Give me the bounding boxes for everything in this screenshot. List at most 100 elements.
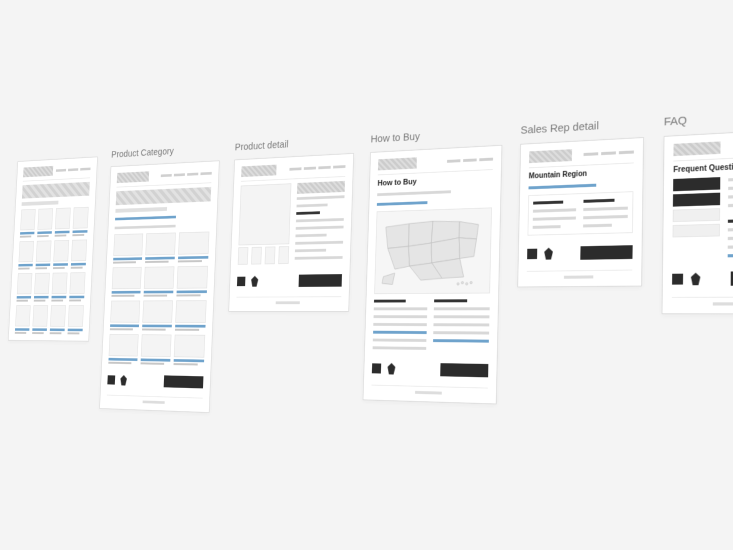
product-card[interactable] — [176, 266, 208, 297]
wireframe-label: Product detail — [234, 135, 354, 153]
thumbnail[interactable] — [238, 247, 249, 265]
catalog-icon — [237, 277, 245, 286]
site-header — [378, 153, 493, 175]
grid-card[interactable] — [51, 273, 67, 302]
catalog-icon — [672, 274, 683, 285]
thumbnail[interactable] — [264, 247, 275, 265]
category-grid — [108, 232, 209, 366]
product-card[interactable] — [145, 233, 176, 263]
logo-placeholder — [673, 141, 720, 156]
catalog-icon — [372, 363, 381, 373]
grid-card[interactable] — [37, 208, 53, 237]
intro-text — [114, 225, 175, 229]
product-image — [238, 183, 291, 245]
filter-link[interactable] — [115, 216, 176, 221]
grid-card[interactable] — [72, 207, 88, 236]
faq-nav-item[interactable] — [672, 224, 720, 238]
grid-card[interactable] — [35, 240, 51, 269]
primary-cta-button[interactable] — [580, 245, 632, 260]
location-pin-icon — [387, 363, 395, 375]
page-title: How to Buy — [377, 174, 492, 188]
page-title: Frequent Questions — [673, 161, 733, 175]
grid-card[interactable] — [50, 305, 66, 334]
wireframe-label — [18, 150, 98, 155]
site-footer — [526, 270, 632, 280]
site-header — [673, 138, 733, 162]
page-title: Mountain Region — [529, 168, 634, 181]
catalog-icon — [107, 375, 115, 384]
site-header — [116, 168, 211, 187]
thumbnail[interactable] — [278, 246, 289, 264]
thumbnail[interactable] — [251, 247, 262, 265]
grid-card[interactable] — [53, 240, 69, 269]
wireframe-label: Sales Rep detail — [520, 117, 644, 137]
product-card[interactable] — [108, 334, 138, 364]
breadcrumb — [21, 201, 58, 206]
logo-placeholder — [241, 165, 276, 177]
wireframe-how-to-buy: How to Buy How to Buy — [363, 125, 503, 404]
product-card[interactable] — [110, 301, 140, 331]
grid-card[interactable] — [15, 305, 31, 334]
faq-nav — [672, 177, 720, 260]
product-card[interactable] — [111, 267, 141, 297]
logo-placeholder — [117, 171, 149, 183]
wireframe-product-detail: Product detail — [228, 135, 354, 312]
cta-row — [527, 245, 633, 260]
grid-card[interactable] — [67, 305, 83, 334]
product-meta — [294, 181, 345, 264]
cta-row — [672, 271, 733, 286]
cta-row — [107, 374, 203, 388]
hero-banner — [22, 182, 90, 199]
grid-card[interactable] — [20, 209, 36, 238]
product-grid — [15, 207, 89, 335]
wireframe-label: FAQ — [664, 107, 733, 128]
logo-placeholder — [529, 149, 572, 163]
top-nav — [447, 158, 493, 163]
top-nav — [289, 165, 345, 171]
grid-card[interactable] — [34, 273, 50, 302]
site-header — [529, 146, 634, 168]
product-title — [297, 181, 345, 194]
product-card[interactable] — [175, 300, 207, 331]
location-pin-icon — [691, 273, 701, 286]
location-pin-icon — [251, 276, 258, 287]
wireframe-sales-rep: Sales Rep detail Mountain Region — [517, 117, 644, 288]
primary-cta-button[interactable] — [298, 274, 341, 287]
faq-nav-item-active[interactable] — [673, 177, 721, 191]
primary-cta-button[interactable] — [163, 375, 203, 388]
category-subtitle — [115, 207, 167, 213]
site-footer — [236, 296, 341, 304]
primary-cta-button[interactable] — [440, 363, 488, 377]
top-nav — [56, 168, 91, 172]
link-text[interactable] — [377, 201, 428, 206]
grid-card[interactable] — [18, 241, 34, 270]
site-header — [23, 164, 91, 182]
product-card[interactable] — [143, 266, 174, 296]
faq-nav-item[interactable] — [673, 193, 721, 207]
location-pin-icon — [120, 375, 127, 386]
grid-card[interactable] — [16, 273, 32, 302]
rep-card — [527, 191, 633, 235]
cta-row — [237, 274, 342, 287]
catalog-icon — [527, 249, 537, 260]
site-header — [241, 161, 346, 182]
product-card[interactable] — [142, 300, 173, 330]
wireframe-label: Product Category — [111, 143, 220, 160]
top-nav — [583, 150, 633, 156]
faq-nav-item[interactable] — [673, 208, 721, 222]
grid-card[interactable] — [54, 208, 70, 237]
site-footer — [672, 297, 733, 306]
grid-card[interactable] — [32, 305, 48, 334]
wireframe-faq: FAQ Frequent Questions — [661, 107, 733, 314]
grid-card[interactable] — [69, 272, 85, 301]
us-map[interactable] — [374, 207, 492, 294]
faq-content — [728, 174, 733, 259]
wireframe-product-category: Product Category — [99, 143, 220, 413]
grid-card[interactable] — [71, 240, 87, 269]
product-card[interactable] — [173, 335, 205, 366]
back-link[interactable] — [528, 184, 595, 190]
site-footer — [106, 395, 202, 405]
product-card[interactable] — [178, 232, 209, 263]
product-card[interactable] — [140, 334, 171, 365]
product-card[interactable] — [113, 234, 143, 264]
